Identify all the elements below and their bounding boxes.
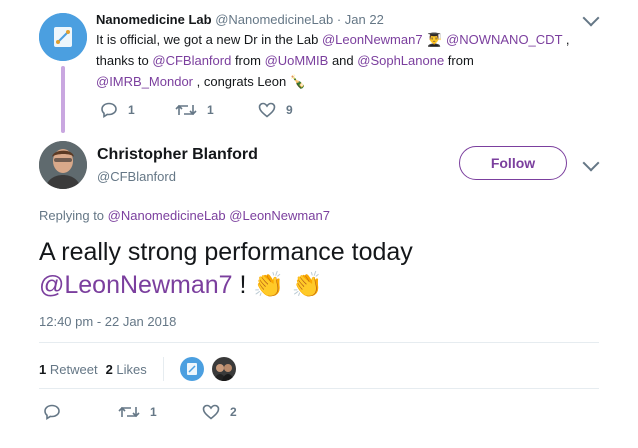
- retweets-stat[interactable]: 1 Retweet: [39, 362, 98, 377]
- mention-uommib[interactable]: @UoMMIB: [265, 53, 329, 68]
- mention-imrb-mondor[interactable]: @IMRB_Mondor: [96, 74, 193, 89]
- main-like-count: 2: [230, 405, 237, 419]
- parent-author-name[interactable]: Nanomedicine Lab: [96, 12, 212, 27]
- liker-avatar-nanomedicine-lab[interactable]: [179, 357, 204, 381]
- like-stat-label: Likes: [116, 361, 147, 377]
- parent-retweet-count: 1: [207, 103, 214, 117]
- parent-text-segment: from: [231, 53, 265, 68]
- replying-to-leonnewman7[interactable]: @LeonNewman7: [229, 208, 330, 223]
- main-reply-button[interactable]: [43, 404, 61, 420]
- follow-button[interactable]: Follow: [459, 146, 567, 180]
- retweet-icon: [118, 406, 140, 418]
- replying-to-line: Replying to @NanomedicineLab @LeonNewman…: [39, 208, 330, 223]
- retweet-icon: [175, 104, 197, 116]
- nanomedicine-lab-avatar[interactable]: [39, 13, 87, 61]
- mention-nownano-cdt[interactable]: @NOWNANO_CDT: [446, 32, 562, 47]
- parent-like-button[interactable]: 9: [258, 102, 293, 118]
- parent-tweet-date[interactable]: Jan 22: [345, 12, 384, 27]
- reply-icon: [101, 102, 117, 118]
- parent-retweet-button[interactable]: 1: [175, 102, 214, 118]
- retweet-stat-count: 1: [39, 361, 47, 377]
- champagne-emoji: 🍾: [289, 74, 307, 89]
- stats-separator: [162, 357, 164, 381]
- liker-avatar-group[interactable]: [211, 357, 236, 381]
- parent-text-segment: It is official, we got a new Dr in the L…: [96, 32, 322, 47]
- parent-text-segment: , congrats Leon: [193, 74, 290, 89]
- tweet-stats: 1 Retweet 2 Likes: [39, 357, 236, 381]
- parent-dot-separator: ·: [336, 12, 342, 27]
- divider-bottom: [39, 388, 599, 389]
- main-author-handle[interactable]: @CFBlanford: [97, 169, 176, 184]
- mention-cfblanford[interactable]: @CFBlanford: [152, 53, 231, 68]
- parent-more-chevron-icon[interactable]: [582, 9, 600, 27]
- christopher-blanford-avatar[interactable]: [39, 141, 87, 189]
- parent-tweet-text: It is official, we got a new Dr in the L…: [96, 29, 606, 92]
- mention-sophlanone[interactable]: @SophLanone: [357, 53, 444, 68]
- parent-like-count: 9: [286, 103, 293, 117]
- retweet-stat-label: Retweet: [49, 361, 98, 377]
- parent-text-segment: ,: [562, 32, 570, 47]
- main-retweet-count: 1: [150, 405, 157, 419]
- main-like-button[interactable]: 2: [202, 404, 237, 420]
- parent-text-segment: and: [328, 53, 358, 68]
- main-mention-leonnewman7[interactable]: @LeonNewman7: [39, 271, 233, 299]
- main-author-name[interactable]: Christopher Blanford: [97, 146, 258, 164]
- replying-to-label: Replying to: [39, 208, 108, 223]
- like-stat-count: 2: [105, 361, 113, 377]
- tweet-timestamp[interactable]: 12:40 pm - 22 Jan 2018: [39, 314, 176, 329]
- parent-reply-button[interactable]: 1: [100, 102, 135, 118]
- parent-tweet-header: Nanomedicine Lab @NanomedicineLab · Jan …: [96, 12, 384, 27]
- parent-reply-count: 1: [128, 103, 135, 117]
- heart-icon: [202, 404, 220, 420]
- replying-to-nanomedicinelab[interactable]: @NanomedicineLab: [108, 208, 226, 223]
- main-tweet-text: A really strong performance today @LeonN…: [39, 236, 599, 302]
- reply-icon: [44, 404, 60, 420]
- main-retweet-button[interactable]: 1: [118, 404, 157, 420]
- parent-text-segment: thanks to: [96, 53, 153, 68]
- parent-text-segment: from: [444, 53, 474, 68]
- divider-top: [39, 342, 599, 343]
- mention-leonnewman7[interactable]: @LeonNewman7: [322, 32, 423, 47]
- main-text-tail: !: [232, 271, 254, 299]
- clapping-hands-emoji: 👏 👏: [253, 271, 323, 299]
- heart-icon: [258, 102, 276, 118]
- main-more-chevron-icon[interactable]: [582, 154, 600, 172]
- parent-author-handle[interactable]: @NanomedicineLab: [215, 12, 333, 27]
- thread-connector: [61, 66, 65, 133]
- graduate-emoji: 👨‍🎓: [426, 32, 443, 47]
- likes-stat[interactable]: 2 Likes: [106, 362, 147, 377]
- main-text-line1: A really strong performance today: [39, 238, 413, 266]
